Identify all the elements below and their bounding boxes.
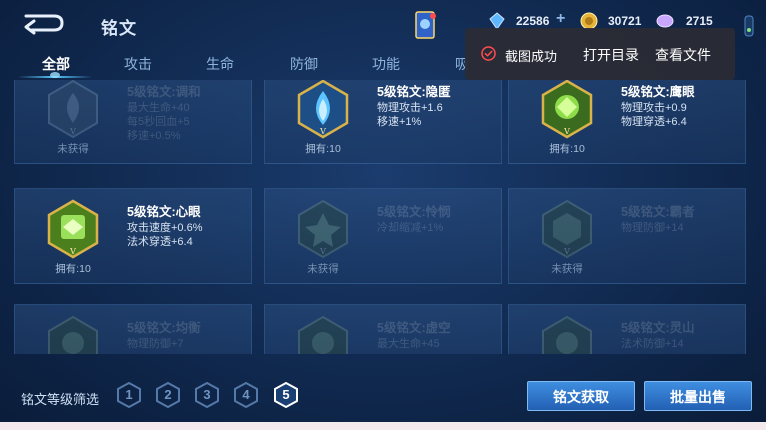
back-arrow-icon[interactable] <box>20 10 66 36</box>
rune-status: 未获得 <box>57 143 89 155</box>
rune-emblem-icon <box>48 315 98 354</box>
rune-page: 铭文 22586 + 30721 2715 全部 攻击 生命 防御 功能 吸 V… <box>0 0 766 430</box>
rune-cell[interactable]: 5级铭文:均衡 物理防御+7 <box>14 304 252 354</box>
level-filter-3[interactable]: 3 <box>195 381 219 409</box>
svg-text:V: V <box>319 247 326 256</box>
tab-function[interactable]: 功能 <box>372 54 400 74</box>
open-directory-link[interactable]: 打开目录 <box>583 45 639 65</box>
rune-attr: 物理防御+14 <box>621 222 684 234</box>
rune-attr: 冷却缩减+1% <box>377 222 444 234</box>
rune-cell[interactable]: 5级铭文:虚空 最大生命+45 <box>264 304 502 354</box>
rune-attr: 物理穿透+6.4 <box>621 116 687 128</box>
tab-attack[interactable]: 攻击 <box>124 54 152 74</box>
rune-cell[interactable]: V 5级铭文:调和 最大生命+40 每5秒回血+5 移速+0.5% 未获得 <box>14 80 252 164</box>
rune-emblem-icon <box>298 315 348 354</box>
rune-name: 5级铭文:鹰眼 <box>621 85 695 99</box>
rune-attr: 物理防御+7 <box>127 338 184 350</box>
rune-emblem-icon: V <box>297 80 349 139</box>
rune-grid: V 5级铭文:调和 最大生命+40 每5秒回血+5 移速+0.5% 未获得 V … <box>14 80 752 354</box>
rune-emblem-icon: V <box>48 80 98 139</box>
tab-defense[interactable]: 防御 <box>290 54 318 74</box>
rune-name: 5级铭文:虚空 <box>377 321 451 335</box>
level-filter-1[interactable]: 1 <box>117 381 141 409</box>
menu-tab-icon[interactable] <box>742 14 756 38</box>
rune-cell[interactable]: V 5级铭文:心眼 攻击速度+0.6% 法术穿透+6.4 拥有:10 <box>14 188 252 284</box>
rune-card-icon[interactable] <box>413 10 437 40</box>
rune-emblem-icon: V <box>298 199 348 259</box>
svg-text:V: V <box>69 127 76 136</box>
acquire-rune-button[interactable]: 铭文获取 <box>527 381 635 411</box>
bottom-strip <box>0 422 766 430</box>
rune-cell[interactable]: V 5级铭文:鹰眼 物理攻击+0.9 物理穿透+6.4 拥有:10 <box>508 80 746 164</box>
rune-name: 5级铭文:均衡 <box>127 321 201 335</box>
rune-name: 5级铭文:调和 <box>127 85 201 99</box>
svg-text:V: V <box>69 247 76 256</box>
rune-attr: 法术防御+14 <box>621 338 684 350</box>
level-number: 5 <box>282 387 290 402</box>
rune-attr: 法术穿透+6.4 <box>127 236 193 248</box>
rune-name: 5级铭文:心眼 <box>127 205 201 219</box>
level-filter-2[interactable]: 2 <box>156 381 180 409</box>
level-number: 3 <box>203 387 211 402</box>
rune-status: 拥有:10 <box>55 263 91 275</box>
gold-value: 30721 <box>608 14 642 28</box>
rune-status: 未获得 <box>551 263 583 275</box>
check-circle-icon <box>481 46 496 61</box>
rune-name: 5级铭文:隐匿 <box>377 85 451 99</box>
tab-all[interactable]: 全部 <box>42 54 70 74</box>
add-diamond-button[interactable]: + <box>556 10 565 28</box>
rune-emblem-icon: V <box>47 199 99 259</box>
rune-name: 5级铭文:霸者 <box>621 205 695 219</box>
batch-sell-button[interactable]: 批量出售 <box>644 381 752 411</box>
rune-cell[interactable]: V 5级铭文:霸者 物理防御+14 未获得 <box>508 188 746 284</box>
rune-name: 5级铭文:灵山 <box>621 321 695 335</box>
screenshot-toast: 截图成功 打开目录 查看文件 <box>465 28 735 80</box>
rune-emblem-icon <box>542 315 592 354</box>
toast-message: 截图成功 <box>505 49 558 64</box>
rune-cell[interactable]: V 5级铭文:隐匿 物理攻击+1.6 移速+1% 拥有:10 <box>264 80 502 164</box>
rune-attr: 最大生命+45 <box>377 338 440 350</box>
rune-cell[interactable]: 5级铭文:灵山 法术防御+14 <box>508 304 746 354</box>
rune-emblem-icon: V <box>541 80 593 139</box>
view-file-link[interactable]: 查看文件 <box>655 45 711 65</box>
rune-emblem-icon: V <box>542 199 592 259</box>
crystal-value: 2715 <box>686 14 713 28</box>
svg-text:V: V <box>563 247 570 256</box>
rune-status: 未获得 <box>307 263 339 275</box>
tab-health[interactable]: 生命 <box>206 54 234 74</box>
active-tab-glow <box>50 72 60 78</box>
svg-text:V: V <box>319 127 326 136</box>
level-number: 1 <box>125 387 133 402</box>
rune-cell[interactable]: V 5级铭文:怜悯 冷却缩减+1% 未获得 <box>264 188 502 284</box>
level-number: 2 <box>164 387 172 402</box>
page-title: 铭文 <box>101 19 137 38</box>
level-filter-5[interactable]: 5 <box>274 381 298 409</box>
rune-name: 5级铭文:怜悯 <box>377 205 451 219</box>
level-filter-4[interactable]: 4 <box>234 381 258 409</box>
svg-text:V: V <box>563 127 570 136</box>
rune-status: 拥有:10 <box>305 143 341 155</box>
level-filter-label: 铭文等级筛选 <box>21 392 100 407</box>
rune-attr: 移速+1% <box>377 116 422 128</box>
rune-attr: 移速+0.5% <box>127 130 181 142</box>
diamond-value: 22586 <box>516 14 550 28</box>
rune-status: 拥有:10 <box>549 143 585 155</box>
level-number: 4 <box>242 387 250 402</box>
bottom-bar: 铭文等级筛选 1 2 3 4 5 铭文获取 批量出售 <box>0 370 766 422</box>
